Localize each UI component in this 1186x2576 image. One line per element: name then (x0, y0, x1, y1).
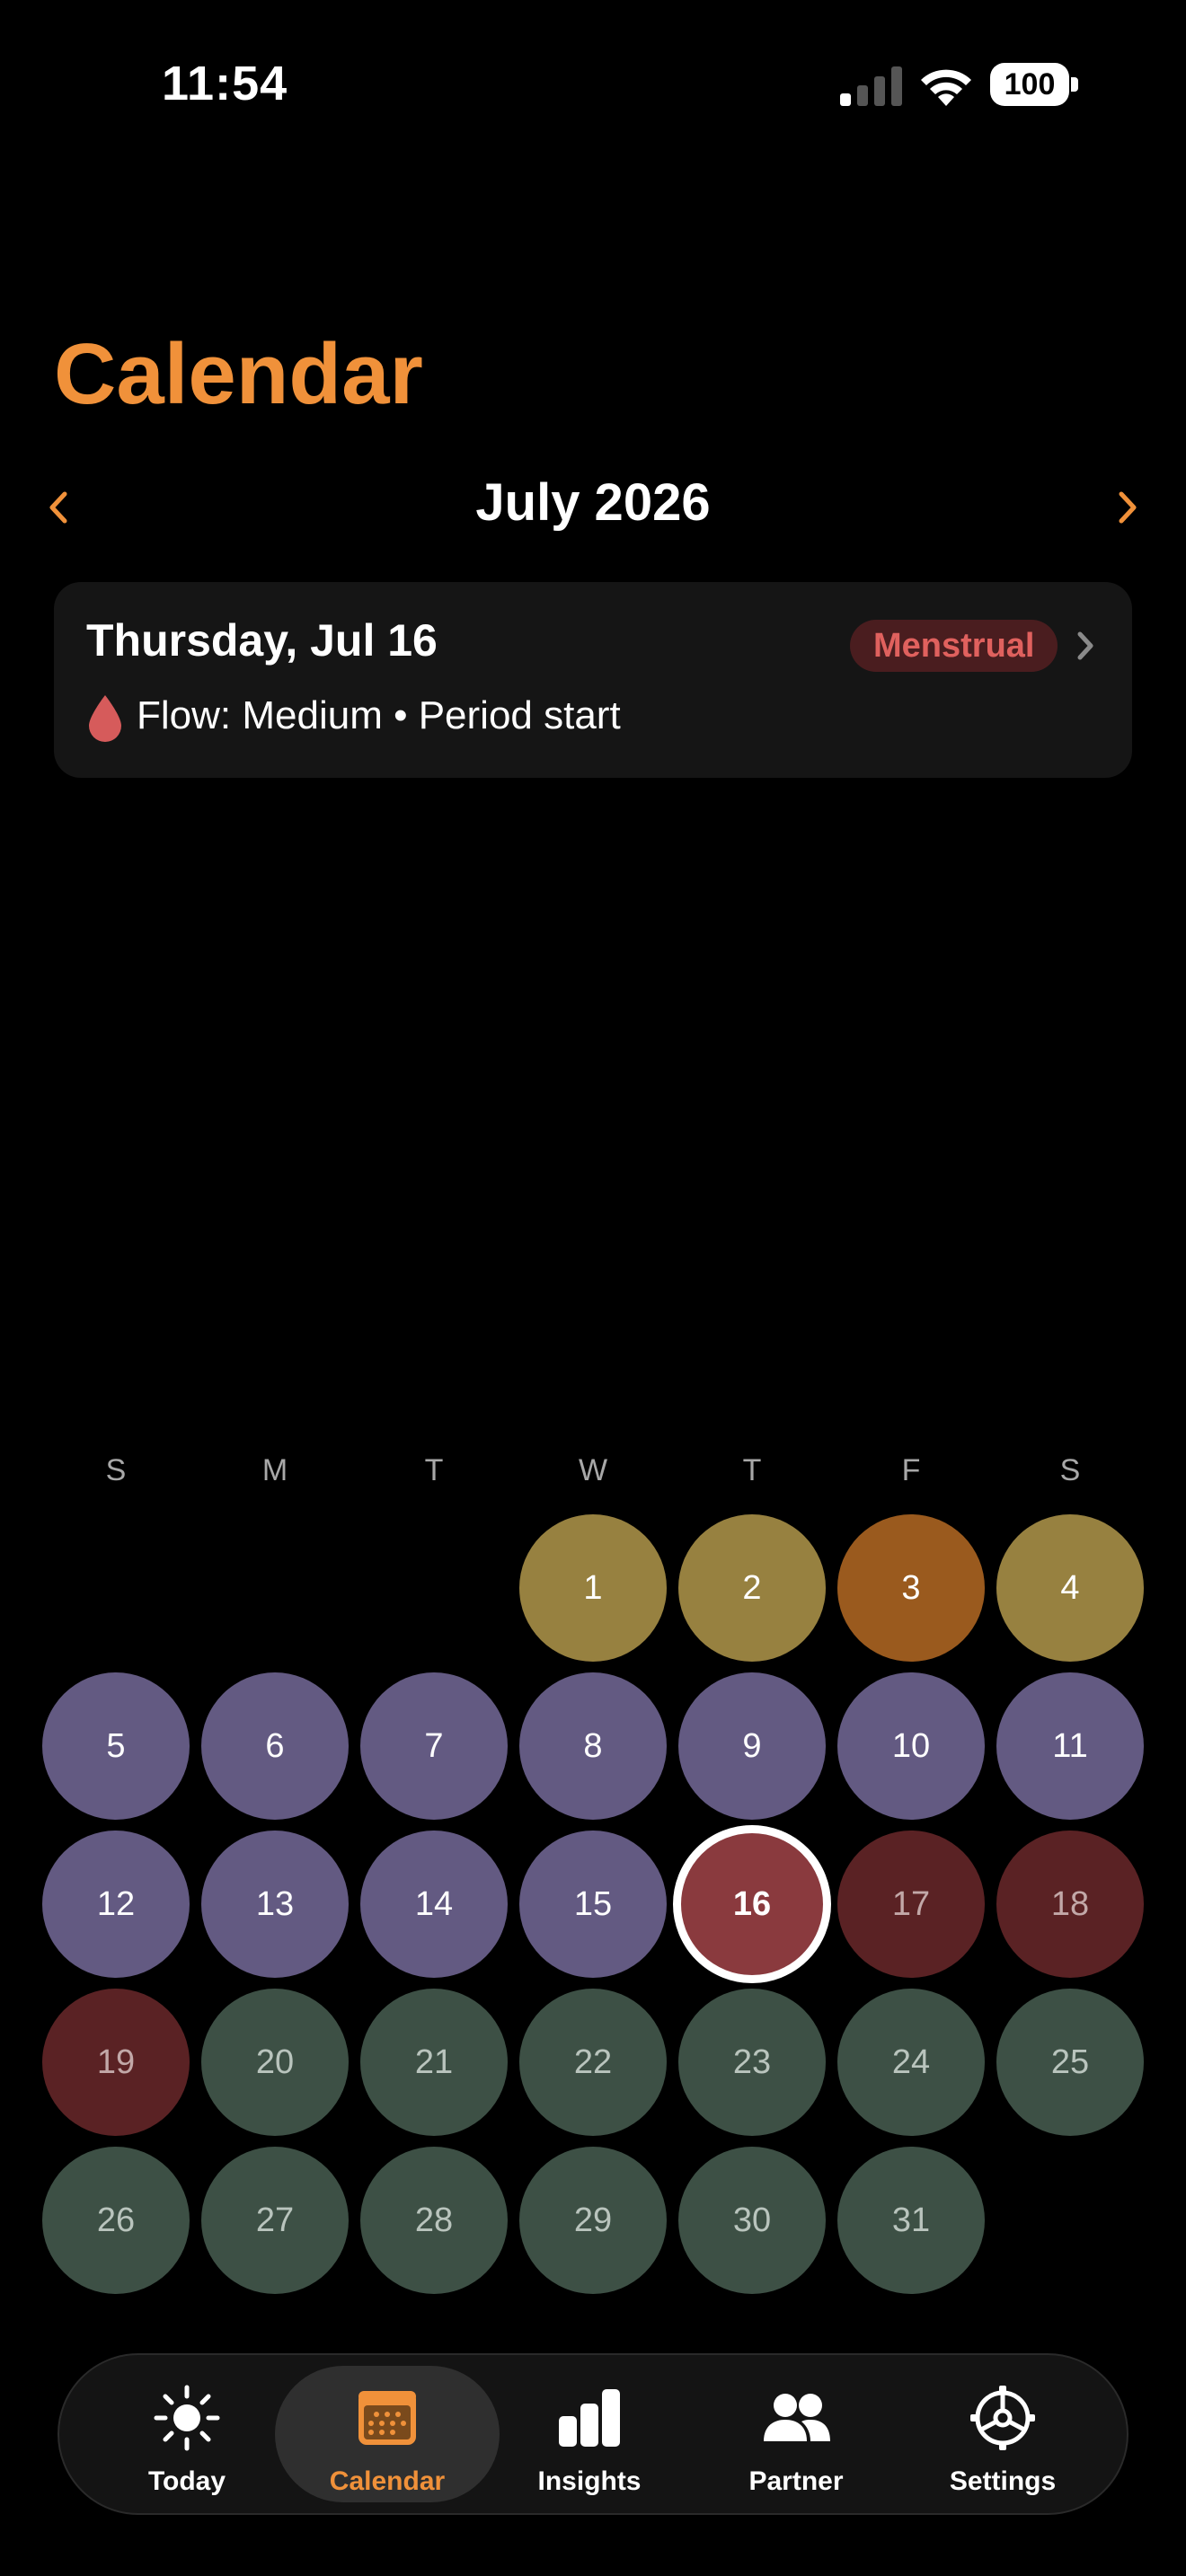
calendar-day[interactable]: 20 (201, 1989, 349, 2136)
tab-settings[interactable]: Settings (895, 2355, 1111, 2513)
calendar-day[interactable]: 10 (837, 1672, 985, 1820)
calendar-day[interactable]: 17 (837, 1831, 985, 1978)
status-time: 11:54 (162, 57, 288, 110)
chevron-left-icon (49, 491, 67, 524)
calendar-day[interactable]: 29 (519, 2147, 667, 2294)
calendar-day[interactable]: 19 (42, 1989, 190, 2136)
battery-level: 100 (990, 63, 1069, 106)
wifi-icon (921, 69, 971, 106)
tab-partner[interactable]: Partner (688, 2355, 904, 2513)
chevron-right-icon (1077, 631, 1093, 660)
phase-badge: Menstrual (850, 620, 1058, 672)
calendar-day[interactable]: 14 (360, 1831, 508, 1978)
calendar-day[interactable]: 2 (678, 1514, 826, 1662)
tab-insights-label: Insights (537, 2466, 642, 2496)
previous-month-button[interactable] (32, 476, 86, 539)
calendar-day[interactable]: 4 (996, 1514, 1144, 1662)
calendar-day[interactable]: 5 (42, 1672, 190, 1820)
calendar-day[interactable]: 13 (201, 1831, 349, 1978)
weekday-label: T (424, 1453, 444, 1487)
sun-icon (154, 2385, 220, 2451)
calendar-day[interactable]: 22 (519, 1989, 667, 2136)
calendar-day[interactable]: 7 (360, 1672, 508, 1820)
calendar-day[interactable]: 26 (42, 2147, 190, 2294)
tab-calendar[interactable]: Calendar (275, 2366, 500, 2502)
month-label: July 2026 (475, 473, 711, 532)
calendar-day[interactable]: 27 (201, 2147, 349, 2294)
calendar-day[interactable]: 3 (837, 1514, 985, 1662)
calendar-day[interactable]: 31 (837, 2147, 985, 2294)
next-month-button[interactable] (1100, 476, 1154, 539)
weekday-label: W (578, 1453, 608, 1487)
selected-day-detail: Flow: Medium • Period start (137, 693, 621, 737)
blood-drop-icon (89, 695, 121, 742)
calendar-day[interactable]: 18 (996, 1831, 1144, 1978)
tab-settings-label: Settings (949, 2466, 1057, 2496)
calendar-day[interactable]: 28 (360, 2147, 508, 2294)
selected-day-date: Thursday, Jul 16 (86, 615, 438, 666)
tab-today-label: Today (147, 2466, 226, 2496)
calendar-icon (358, 2391, 416, 2445)
weekday-label: M (261, 1453, 288, 1487)
calendar-day[interactable]: 15 (519, 1831, 667, 1978)
calendar-day[interactable]: 11 (996, 1672, 1144, 1820)
selected-day-card[interactable]: Thursday, Jul 16 Menstrual Flow: Medium … (54, 582, 1132, 778)
calendar-day[interactable]: 12 (42, 1831, 190, 1978)
battery-indicator: 100 (990, 63, 1080, 108)
page-title: Calendar (54, 326, 423, 422)
tab-insights[interactable]: Insights (482, 2355, 697, 2513)
calendar-day[interactable]: 1 (519, 1514, 667, 1662)
gear-icon (970, 2386, 1035, 2450)
tab-bar: Today Calendar Insights Partner Settings (58, 2353, 1128, 2515)
cellular-signal-icon (840, 66, 902, 106)
calendar-day[interactable]: 8 (519, 1672, 667, 1820)
weekday-label: S (105, 1453, 127, 1487)
weekday-label: S (1059, 1453, 1081, 1487)
weekday-label: F (901, 1453, 921, 1487)
tab-partner-label: Partner (748, 2466, 844, 2496)
calendar-day[interactable]: 6 (201, 1672, 349, 1820)
bar-chart-icon (559, 2389, 620, 2447)
calendar-day[interactable]: 24 (837, 1989, 985, 2136)
chevron-right-icon (1119, 491, 1137, 524)
tab-today[interactable]: Today (79, 2355, 295, 2513)
battery-tip (1071, 77, 1078, 92)
calendar-day[interactable]: 25 (996, 1989, 1144, 2136)
tab-calendar-label: Calendar (329, 2466, 446, 2496)
calendar-day[interactable]: 21 (360, 1989, 508, 2136)
calendar-day[interactable]: 9 (678, 1672, 826, 1820)
weekday-label: T (742, 1453, 762, 1487)
calendar-day-selected[interactable]: 16 (673, 1825, 831, 1983)
people-icon (764, 2394, 830, 2441)
calendar-day[interactable]: 23 (678, 1989, 826, 2136)
calendar-day[interactable]: 30 (678, 2147, 826, 2294)
